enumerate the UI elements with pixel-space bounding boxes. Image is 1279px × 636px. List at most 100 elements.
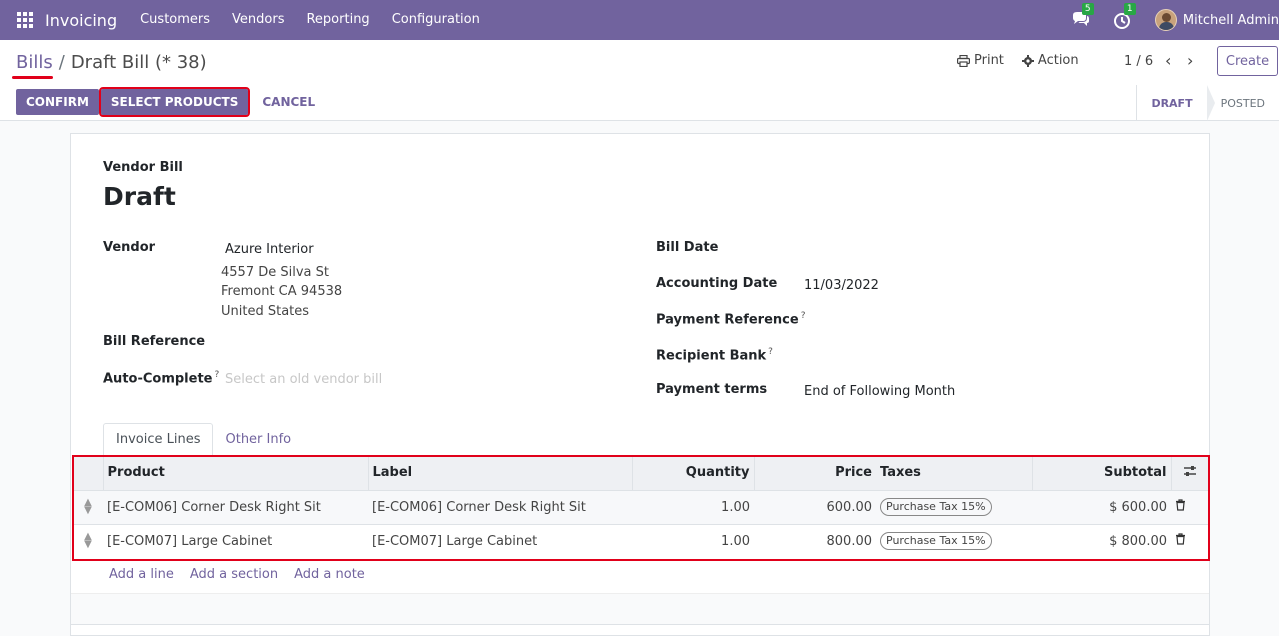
create-button[interactable]: Create	[1217, 46, 1278, 76]
vendor-label: Vendor	[103, 240, 156, 255]
help-icon[interactable]: ?	[801, 311, 806, 321]
status-stages: DRAFT POSTED	[1136, 85, 1279, 121]
payment-reference-label: Payment Reference?	[656, 311, 805, 327]
avatar[interactable]	[1154, 9, 1177, 31]
sheet-footer	[71, 593, 1209, 625]
tax-tag: Purchase Tax 15%	[880, 498, 992, 516]
bill-date-label: Bill Date	[656, 240, 719, 255]
print-button[interactable]: Print	[957, 53, 1004, 68]
tab-invoice-lines[interactable]: Invoice Lines	[103, 423, 214, 456]
column-quantity[interactable]: Quantity	[632, 456, 755, 490]
column-handle	[73, 456, 104, 490]
line-label[interactable]: [E-COM07] Large Cabinet	[368, 523, 632, 558]
cancel-button[interactable]: CANCEL	[250, 89, 327, 115]
breadcrumb-current: Draft Bill (* 38)	[70, 52, 207, 73]
tab-other-info[interactable]: Other Info	[213, 423, 303, 456]
activities-badge: 1	[1123, 3, 1136, 15]
line-label[interactable]: [E-COM06] Corner Desk Right Sit	[368, 489, 632, 524]
payment-reference-label-text: Payment Reference	[656, 312, 799, 328]
optional-columns-toggle[interactable]	[1171, 456, 1209, 490]
apps-grid-icon[interactable]	[17, 12, 33, 28]
trash-icon[interactable]	[1171, 523, 1209, 558]
recipient-bank-label-text: Recipient Bank	[656, 348, 767, 364]
notebook-tabs: Invoice Lines Other Info	[103, 423, 303, 456]
document-kind: Vendor Bill	[103, 160, 183, 175]
main-menu: Customers Vendors Reporting Configuratio…	[129, 0, 491, 40]
drag-handle-icon[interactable]: ▲ ▼	[73, 489, 103, 524]
select-products-button[interactable]: SELECT PRODUCTS	[98, 87, 251, 117]
column-taxes[interactable]: Taxes	[876, 456, 1033, 490]
vendor-address-line-1: 4557 De Silva St	[221, 265, 329, 280]
accounting-date-field[interactable]: 11/03/2022	[804, 278, 879, 293]
line-quantity[interactable]: 1.00	[632, 523, 754, 558]
statusbar-buttons: CONFIRM SELECT PRODUCTS CANCEL	[16, 87, 327, 117]
table-row[interactable]: ▲ ▼ [E-COM06] Corner Desk Right Sit [E-CO…	[73, 489, 1209, 524]
add-line-links: Add a line Add a section Add a note	[109, 567, 381, 582]
line-taxes[interactable]: Purchase Tax 15%	[876, 489, 1032, 524]
line-subtotal: $ 800.00	[1032, 523, 1171, 558]
pager-value[interactable]: 1 / 6	[1124, 54, 1153, 69]
add-line-link[interactable]: Add a line	[109, 567, 174, 582]
menu-vendors[interactable]: Vendors	[221, 0, 295, 40]
accounting-date-label: Accounting Date	[656, 276, 778, 291]
chat-icon[interactable]: 5	[1071, 3, 1094, 30]
action-label: Action	[1037, 53, 1079, 68]
line-product[interactable]: [E-COM06] Corner Desk Right Sit	[103, 489, 368, 524]
chevron-right-icon[interactable]: ›	[1183, 53, 1197, 69]
bill-reference-label: Bill Reference	[103, 334, 206, 349]
auto-complete-input[interactable]: Select an old vendor bill	[225, 372, 382, 387]
app-brand[interactable]: Invoicing	[45, 11, 117, 30]
clock-icon[interactable]: 1	[1113, 3, 1136, 30]
invoice-lines-table: Product Label Quantity Price Taxes Subto…	[72, 455, 1210, 561]
confirm-button[interactable]: CONFIRM	[16, 89, 99, 115]
messages-badge: 5	[1081, 3, 1094, 15]
payment-terms-label: Payment terms	[656, 382, 768, 397]
menu-reporting[interactable]: Reporting	[295, 0, 380, 40]
document-title: Draft	[103, 182, 176, 211]
auto-complete-label: Auto-Complete?	[103, 370, 219, 386]
chevron-left-icon[interactable]: ‹	[1161, 53, 1175, 69]
vendor-address-line-2: Fremont CA 94538	[221, 284, 343, 299]
breadcrumb-separator: /	[58, 52, 65, 73]
line-product[interactable]: [E-COM07] Large Cabinet	[103, 523, 368, 558]
printer-icon	[957, 54, 970, 67]
drag-handle-icon[interactable]: ▲ ▼	[73, 523, 103, 558]
line-subtotal: $ 600.00	[1032, 489, 1171, 524]
stage-draft[interactable]: DRAFT	[1137, 85, 1215, 121]
vendor-field[interactable]: Azure Interior	[225, 242, 314, 257]
column-subtotal[interactable]: Subtotal	[1032, 456, 1172, 490]
auto-complete-label-text: Auto-Complete	[103, 371, 213, 387]
trash-icon[interactable]	[1171, 489, 1209, 524]
help-icon[interactable]: ?	[214, 370, 219, 380]
add-section-link[interactable]: Add a section	[190, 567, 278, 582]
action-button[interactable]: Action	[1021, 53, 1079, 68]
tax-tag: Purchase Tax 15%	[880, 532, 992, 551]
user-name[interactable]: Mitchell Admin	[1183, 13, 1279, 28]
line-price[interactable]: 600.00	[754, 489, 876, 524]
help-icon[interactable]: ?	[768, 347, 773, 357]
print-label: Print	[974, 53, 1004, 68]
table-row[interactable]: ▲ ▼ [E-COM07] Large Cabinet [E-COM07] Lar…	[73, 523, 1209, 558]
breadcrumb-bills[interactable]: Bills	[12, 52, 53, 79]
recipient-bank-label: Recipient Bank?	[656, 347, 773, 363]
sliders-icon	[1184, 465, 1197, 476]
control-panel: Bills / Draft Bill (* 38) Print Action 1…	[0, 40, 1279, 121]
navbar-systray: 5 1 Mitchell Admin	[1071, 0, 1279, 40]
gear-icon	[1021, 54, 1034, 67]
line-quantity[interactable]: 1.00	[632, 489, 754, 524]
column-price[interactable]: Price	[754, 456, 876, 490]
menu-configuration[interactable]: Configuration	[381, 0, 491, 40]
vendor-address-line-3: United States	[221, 304, 310, 319]
payment-terms-field[interactable]: End of Following Month	[804, 384, 955, 399]
table-header-row: Product Label Quantity Price Taxes Subto…	[73, 456, 1209, 490]
breadcrumb: Bills / Draft Bill (* 38)	[12, 52, 207, 79]
stage-posted[interactable]: POSTED	[1207, 85, 1279, 121]
form-sheet: Vendor Bill Draft Vendor Azure Interior …	[70, 133, 1210, 636]
pager: 1 / 6 ‹ ›	[1124, 53, 1197, 69]
menu-customers[interactable]: Customers	[129, 0, 221, 40]
line-taxes[interactable]: Purchase Tax 15%	[876, 523, 1032, 558]
column-product[interactable]: Product	[103, 456, 369, 490]
add-note-link[interactable]: Add a note	[294, 567, 365, 582]
column-label[interactable]: Label	[368, 456, 633, 490]
line-price[interactable]: 800.00	[754, 523, 876, 558]
